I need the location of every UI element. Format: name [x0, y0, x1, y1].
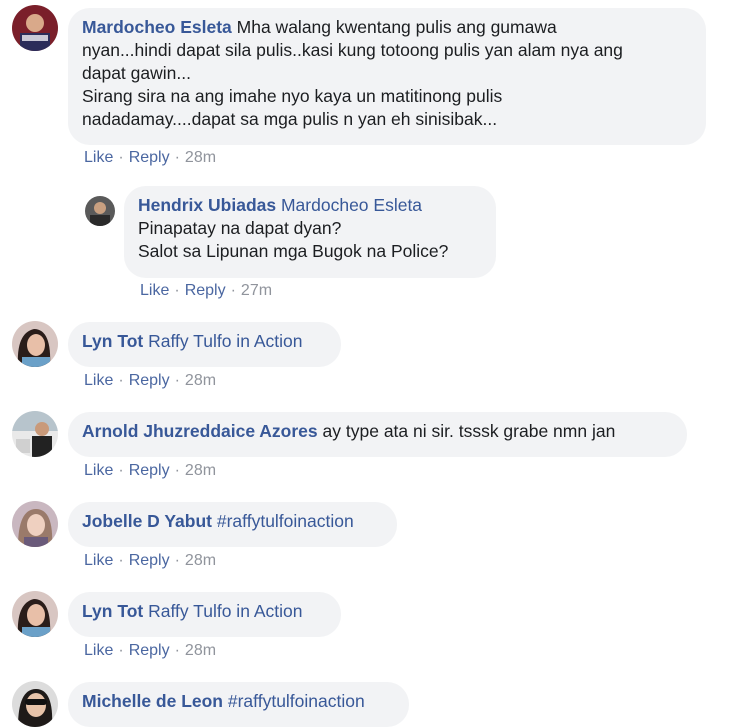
avatar[interactable]: [12, 501, 58, 547]
comment-text-line: Mha walang kwentang pulis ang gumawa: [236, 17, 557, 37]
separator: ·: [230, 282, 236, 299]
comment-text: ay type ata ni sir. tsssk grabe nmn jan: [322, 421, 616, 441]
separator: ·: [118, 462, 124, 479]
author-name[interactable]: Arnold Jhuzreddaice Azores: [82, 421, 318, 441]
comment-bubble: Hendrix Ubiadas Mardocheo Esleta Pinapat…: [124, 186, 496, 278]
timestamp[interactable]: 27m: [241, 282, 272, 299]
separator: ·: [118, 552, 124, 569]
avatar[interactable]: [12, 5, 58, 51]
reply-link[interactable]: Reply: [129, 372, 170, 389]
comment-bubble: Michelle de Leon #raffytulfoinaction: [68, 682, 409, 727]
like-link[interactable]: Like: [84, 462, 113, 479]
author-name[interactable]: Jobelle D Yabut: [82, 511, 212, 531]
comment-bubble: Mardocheo Esleta Mha walang kwentang pul…: [68, 8, 706, 145]
comment-text-line: Salot sa Lipunan mga Bugok na Police?: [138, 241, 449, 261]
avatar[interactable]: [12, 411, 58, 457]
hashtag-link[interactable]: #raffytulfoinaction: [228, 691, 365, 711]
separator: ·: [118, 149, 124, 166]
author-name[interactable]: Lyn Tot: [82, 601, 143, 621]
comment-actions: Like · Reply · 28m: [84, 149, 216, 167]
author-name[interactable]: Hendrix Ubiadas: [138, 195, 276, 215]
separator: ·: [174, 462, 180, 479]
reply-link[interactable]: Reply: [185, 282, 226, 299]
comment-actions: Like · Reply · 28m: [84, 642, 216, 660]
author-name[interactable]: Lyn Tot: [82, 331, 143, 351]
like-link[interactable]: Like: [84, 642, 113, 659]
comment-bubble: Jobelle D Yabut #raffytulfoinaction: [68, 502, 397, 547]
comment-text-line: nadadamay....dapat sa mga pulis n yan eh…: [82, 109, 498, 129]
comment-text-line: Pinapatay na dapat dyan?: [138, 218, 342, 238]
separator: ·: [174, 149, 180, 166]
comment-text-line: Sirang sira na ang imahe nyo kaya un mat…: [82, 86, 503, 106]
comment-bubble: Arnold Jhuzreddaice Azores ay type ata n…: [68, 412, 687, 457]
avatar[interactable]: [12, 681, 58, 727]
avatar[interactable]: [85, 196, 115, 226]
hashtag-link[interactable]: #raffytulfoinaction: [217, 511, 354, 531]
timestamp[interactable]: 28m: [185, 372, 216, 389]
comment-bubble: Lyn Tot Raffy Tulfo in Action: [68, 592, 341, 637]
reply-link[interactable]: Reply: [129, 462, 170, 479]
reply-link[interactable]: Reply: [129, 149, 170, 166]
avatar[interactable]: [12, 591, 58, 637]
separator: ·: [174, 372, 180, 389]
separator: ·: [174, 552, 180, 569]
reply-link[interactable]: Reply: [129, 642, 170, 659]
like-link[interactable]: Like: [84, 149, 113, 166]
avatar[interactable]: [12, 321, 58, 367]
author-name[interactable]: Michelle de Leon: [82, 691, 223, 711]
timestamp[interactable]: 28m: [185, 642, 216, 659]
comment-actions: Like · Reply · 27m: [140, 282, 272, 300]
mention-link[interactable]: Mardocheo Esleta: [281, 195, 422, 215]
author-name[interactable]: Mardocheo Esleta: [82, 17, 232, 37]
timestamp[interactable]: 28m: [185, 552, 216, 569]
separator: ·: [118, 372, 124, 389]
comment-text-line: nyan...hindi dapat sila pulis..kasi kung…: [82, 40, 623, 60]
reply-link[interactable]: Reply: [129, 552, 170, 569]
separator: ·: [174, 282, 180, 299]
mention-link[interactable]: Raffy Tulfo in Action: [148, 601, 302, 621]
comment-actions: Like · Reply · 28m: [84, 462, 216, 480]
comment-text-line: dapat gawin...: [82, 63, 191, 83]
comment-bubble: Lyn Tot Raffy Tulfo in Action: [68, 322, 341, 367]
like-link[interactable]: Like: [84, 372, 113, 389]
like-link[interactable]: Like: [84, 552, 113, 569]
mention-link[interactable]: Raffy Tulfo in Action: [148, 331, 302, 351]
separator: ·: [174, 642, 180, 659]
separator: ·: [118, 642, 124, 659]
like-link[interactable]: Like: [140, 282, 169, 299]
timestamp[interactable]: 28m: [185, 149, 216, 166]
timestamp[interactable]: 28m: [185, 462, 216, 479]
comment-actions: Like · Reply · 28m: [84, 372, 216, 390]
comment-actions: Like · Reply · 28m: [84, 552, 216, 570]
